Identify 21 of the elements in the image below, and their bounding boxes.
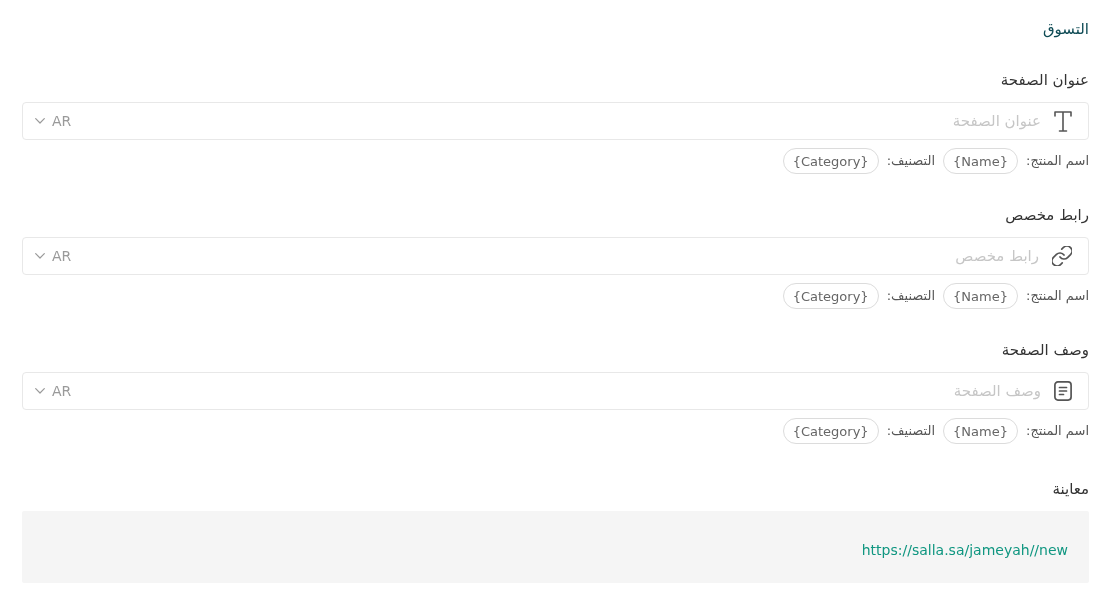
variable-label: اسم المنتج: (1026, 422, 1089, 440)
variable-label: اسم المنتج: (1026, 287, 1089, 305)
chevron-down-icon (35, 388, 45, 394)
variable-label: اسم المنتج: (1026, 152, 1089, 170)
field-label: رابط مخصص (1005, 205, 1089, 226)
letter-t-icon (1054, 110, 1072, 132)
preview-url-link[interactable]: https://salla.sa/jameyah//new (861, 541, 1068, 559)
variable-label: التصنيف: (886, 152, 936, 170)
language-select[interactable]: AR (35, 381, 72, 401)
language-select[interactable]: AR (35, 246, 72, 266)
chevron-down-icon (35, 118, 45, 124)
section-title: التسوق (1042, 19, 1089, 40)
preview-label: معاينة (1052, 479, 1089, 500)
chevron-down-icon (35, 253, 45, 259)
variable-label: التصنيف: (886, 422, 936, 440)
language-select[interactable]: AR (35, 111, 72, 131)
link-icon (1052, 246, 1072, 266)
document-icon (1054, 381, 1072, 401)
field-label: عنوان الصفحة (1000, 70, 1089, 91)
variable-label: التصنيف: (886, 287, 936, 305)
field-label: وصف الصفحة (1001, 340, 1089, 361)
